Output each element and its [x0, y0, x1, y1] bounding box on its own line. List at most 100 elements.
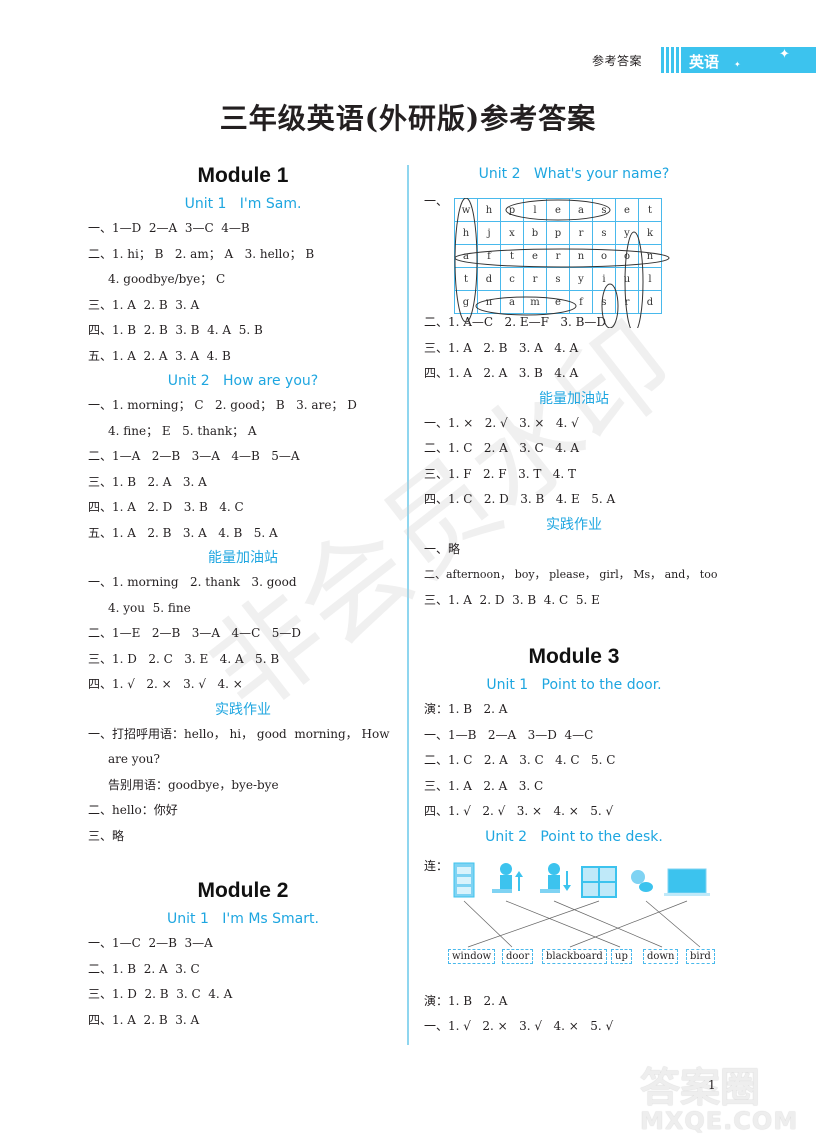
answer-line: 一、1. morning 2. thank 3. good — [88, 575, 297, 589]
matching-exercise: 连： window door blackboard up down bird — [424, 849, 724, 989]
answer-line: 4. goodbye/bye； C — [108, 272, 226, 286]
grid-cell: r — [523, 267, 547, 291]
grid-cell: s — [592, 198, 616, 222]
section-heading: 实践作业 — [215, 701, 271, 718]
grid-cell: r — [546, 244, 570, 268]
grid-cell: b — [523, 221, 547, 245]
grid-cell: x — [500, 221, 524, 245]
grid-cell: t — [638, 198, 662, 222]
grid-row: afternoon — [454, 244, 662, 268]
grid-cell: d — [477, 267, 501, 291]
grid-cell: n — [638, 244, 662, 268]
answer-line: 四、1. √ 2. √ 3. × 4. × 5. √ — [424, 804, 614, 818]
answer-line: 五、1. A 2. B 3. A 4. B 5. A — [88, 525, 278, 540]
grid-cell: j — [477, 221, 501, 245]
answer-line: 二、hello：你好 — [88, 803, 178, 817]
word-box-bird: bird — [686, 948, 715, 964]
answer-line: 四、1. A 2. D 3. B 4. C — [88, 500, 244, 514]
answer-line: 二、1. B 2. A 3. C — [88, 961, 200, 976]
page-number: 1 — [708, 1078, 716, 1092]
answer-line: 告别用语：goodbye，bye-bye — [108, 777, 279, 792]
blackboard-icon — [664, 868, 710, 896]
answer-line: 五、1. A 2. A 3. A 4. B — [88, 348, 231, 363]
sparkle-icon: ✦ — [779, 47, 790, 62]
section-heading: 实践作业 — [546, 516, 602, 533]
unit-heading: Unit 1 I'm Ms Smart. — [167, 911, 319, 927]
door-icon — [453, 862, 475, 897]
answer-line: 二、1. hi； B 2. am； A 3. hello； B — [88, 246, 315, 261]
answer-line: 一、1. morning； C 2. good； B 3. are； D — [88, 398, 357, 412]
answer-line: 一、1—D 2—A 3—C 4—B — [88, 221, 250, 235]
grid-cell: g — [454, 290, 478, 314]
section-heading: 能量加油站 — [539, 390, 609, 407]
stand-up-icon — [492, 862, 523, 893]
answer-line: 二、1—A 2—B 3—A 4—B 5—A — [88, 449, 300, 463]
module-heading: Module 3 — [528, 645, 620, 668]
page-title: 三年级英语(外研版)参考答案 — [219, 102, 597, 135]
answer-line: 二、1. C 2. A 3. C 4. C 5. C — [424, 753, 616, 767]
answer-line: 三、1. A 2. B 3. A — [88, 297, 200, 312]
answer-line: 一、1. √ 2. × 3. √ 4. × 5. √ — [424, 1019, 614, 1033]
grid-cell: c — [500, 267, 524, 291]
unit-heading: Unit 1 Point to the door. — [486, 677, 662, 693]
grid-cell: t — [454, 267, 478, 291]
answer-line: 三、1. B 2. A 3. A — [88, 474, 207, 489]
match-line-blackboard — [569, 900, 688, 947]
grid-cell: s — [592, 221, 616, 245]
answer-line: are you? — [108, 752, 160, 766]
match-line-down — [553, 900, 663, 947]
match-line-bird — [645, 900, 701, 947]
answer-line: 三、1. A 2. B 3. A 4. A — [424, 340, 579, 355]
column-divider — [407, 165, 409, 1045]
left-column: Module 1 Unit 1 I'm Sam. 一、1—D 2—A 3—C 4… — [88, 160, 398, 1033]
grid-cell: m — [523, 290, 547, 314]
word-box-down: down — [643, 948, 679, 964]
grid-cell: h — [454, 221, 478, 245]
unit-heading: Unit 2 How are you? — [167, 373, 319, 389]
sit-down-icon — [540, 862, 571, 893]
grid-row: tdcrsyiul — [454, 267, 662, 291]
grid-row: whpleaset — [454, 198, 662, 222]
grid-cell: d — [638, 290, 662, 314]
grid-cell: o — [615, 244, 639, 268]
grid-cell: y — [569, 267, 593, 291]
bird-icon — [631, 869, 653, 892]
grid-cell: n — [569, 244, 593, 268]
site-watermark-logo: 答案圈 MXQE.COM — [640, 1055, 810, 1135]
unit-heading: Unit 1 I'm Sam. — [184, 196, 302, 212]
answer-line: 一、略 — [424, 541, 461, 556]
answer-line: 四、1. A 2. B 3. A — [88, 1012, 200, 1027]
grid-cell: e — [615, 198, 639, 222]
grid-row: hjxbprsyk — [454, 221, 662, 245]
answer-line: 三、1. F 2. F 3. T 4. T — [424, 466, 577, 481]
stripes-decoration — [659, 47, 681, 73]
grid-cell: e — [523, 244, 547, 268]
grid-cell: a — [569, 198, 593, 222]
section-heading: 能量加油站 — [208, 550, 278, 566]
grid-cell: n — [477, 290, 501, 314]
word-box-door: door — [502, 948, 534, 964]
grid-cell: t — [500, 244, 524, 268]
answer-line: 二、1—E 2—B 3—A 4—C 5—D — [88, 626, 301, 640]
module-heading: Module 2 — [197, 879, 289, 902]
site-mark-text: 答案圈 — [640, 1065, 760, 1111]
grid-cell: p — [546, 221, 570, 245]
grid-cell: k — [638, 221, 662, 245]
word-box-blackboard: blackboard — [542, 948, 607, 964]
grid-cell: s — [546, 267, 570, 291]
grid-cell: p — [500, 198, 524, 222]
answer-line: 三、1. A 2. A 3. C — [424, 778, 544, 793]
grid-cell: r — [569, 221, 593, 245]
grid-cell: a — [500, 290, 524, 314]
answer-line: 四、1. C 2. D 3. B 4. E 5. A — [424, 492, 616, 506]
answer-line: 一、打招呼用语：hello， hi， good morning， How — [88, 726, 390, 741]
answer-line: 三、略 — [88, 828, 125, 843]
window-icon — [581, 865, 617, 898]
answer-line: 一、1—C 2—B 3—A — [88, 936, 213, 950]
right-column: Unit 2 What's your name? 一、 whpleasethjx… — [424, 160, 724, 1040]
answer-line: 一、1—B 2—A 3—D 4—C — [424, 727, 594, 742]
word-box-up: up — [611, 948, 632, 964]
grid-cell: h — [477, 198, 501, 222]
answer-line: 4. you 5. fine — [108, 600, 191, 615]
unit-heading: Unit 2 Point to the desk. — [485, 828, 663, 845]
